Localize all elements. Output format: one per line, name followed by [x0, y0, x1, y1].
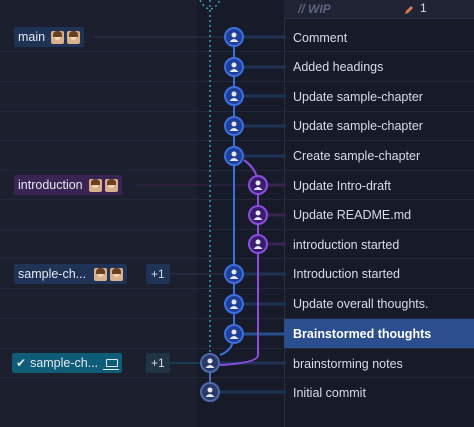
- avatar: [94, 267, 108, 281]
- branch-name: main: [18, 30, 46, 44]
- commit-node-icon[interactable]: [224, 294, 244, 314]
- branch-name: sample-ch...: [30, 356, 99, 370]
- commit-node-icon[interactable]: [224, 27, 244, 47]
- avatar: [51, 30, 65, 44]
- commit-node-icon[interactable]: [200, 353, 220, 373]
- avatar: [67, 30, 81, 44]
- branch-extra-count[interactable]: +1: [146, 264, 170, 284]
- branch-name: sample-ch...: [18, 267, 87, 281]
- commit-node-icon[interactable]: [200, 382, 220, 402]
- laptop-icon: [103, 359, 120, 370]
- commit-node-icon[interactable]: [224, 146, 244, 166]
- branch-label-sample-chapter[interactable]: sample-ch...: [14, 264, 128, 284]
- branch-name: introduction: [18, 178, 83, 192]
- avatar: [104, 178, 118, 192]
- branch-label-introduction[interactable]: introduction: [14, 175, 122, 195]
- avatar: [110, 267, 124, 281]
- commit-node-icon[interactable]: [248, 234, 268, 254]
- branch-extra-count[interactable]: +1: [146, 353, 170, 373]
- check-icon: ✔: [16, 356, 27, 370]
- commit-node-icon[interactable]: [248, 175, 268, 195]
- commit-node-icon[interactable]: [224, 324, 244, 344]
- commit-node-icon[interactable]: [224, 264, 244, 284]
- branch-label-sample-chapter-active[interactable]: ✔ sample-ch...: [12, 353, 123, 373]
- commit-node-icon[interactable]: [224, 57, 244, 77]
- commit-node-icon[interactable]: [224, 116, 244, 136]
- branch-label-main[interactable]: main: [14, 27, 85, 47]
- avatar: [88, 178, 102, 192]
- commit-node-icon[interactable]: [248, 205, 268, 225]
- commit-node-icon[interactable]: [224, 86, 244, 106]
